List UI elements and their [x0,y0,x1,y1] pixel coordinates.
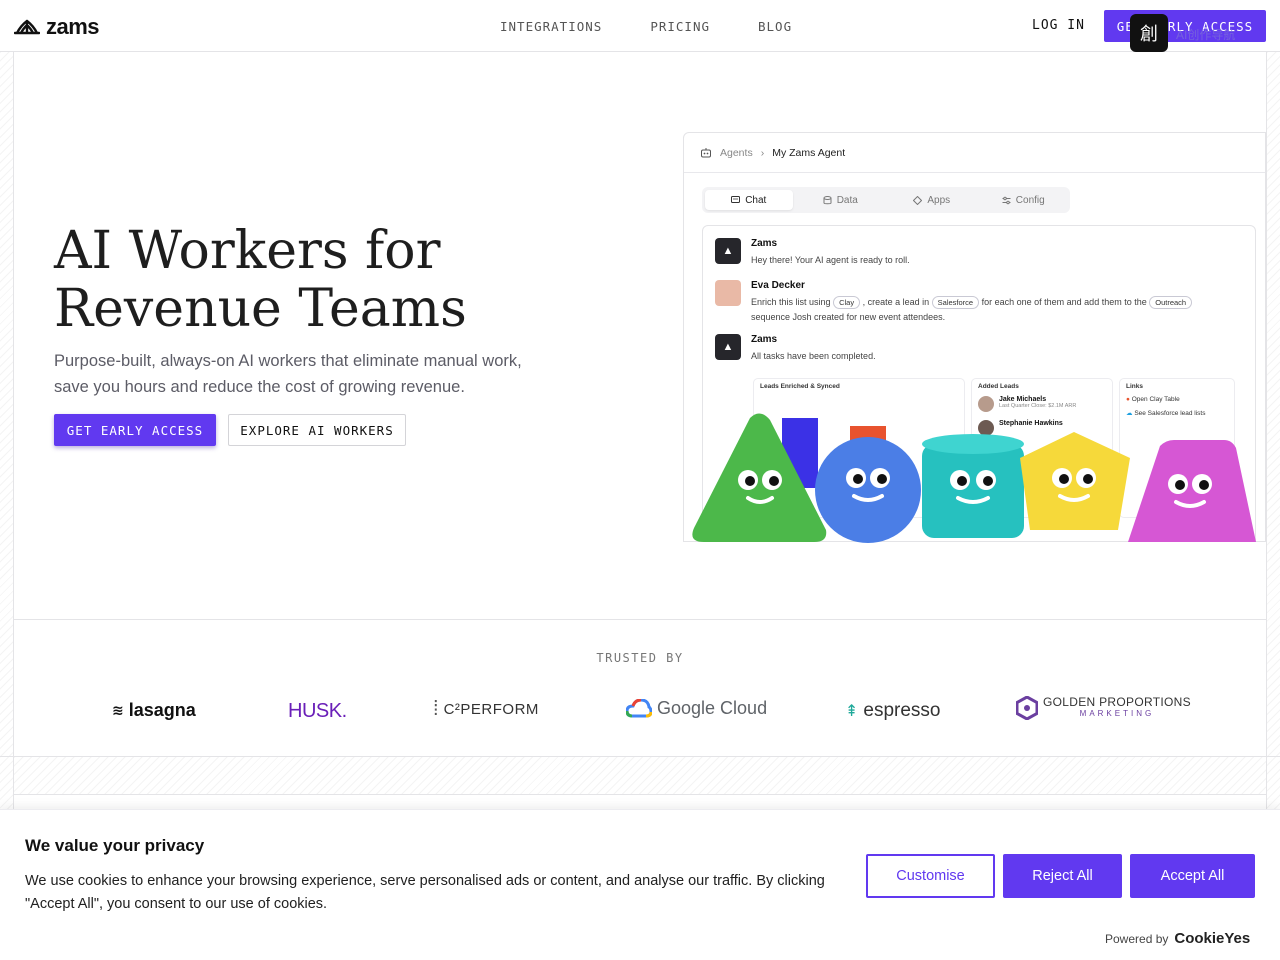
logo-google-cloud: Google Cloud [626,698,767,719]
salesforce-chip[interactable]: Salesforce [931,296,980,309]
sliders-icon [1002,196,1011,204]
card-title: Added Leads [978,383,1019,390]
tab-chat[interactable]: Chat [705,190,793,210]
outreach-chip[interactable]: Outreach [1149,296,1193,309]
message-text: Enrich this list using Clay , create a l… [751,295,1221,325]
powered-by: Powered by CookieYes [1105,930,1250,947]
logo-golden-proportions: GOLDEN PROPORTIONS MARKETING [1016,696,1191,720]
tab-apps[interactable]: Apps [888,190,976,210]
tab-data-label: Data [836,194,858,206]
message-text-part: , create a lead in [862,297,930,307]
clay-chip[interactable]: Clay [833,296,861,309]
overlay-badge-text: AI创作导航 [1176,28,1236,42]
tab-chat-label: Chat [745,194,767,206]
logo-espresso-text: espresso [863,700,941,721]
cookie-banner: We value your privacy We use cookies to … [0,809,1280,960]
logo-text: zams [46,14,100,39]
cookie-accept-all-button[interactable]: Accept All [1130,854,1255,898]
hero-get-early-access-button[interactable]: GET EARLY ACCESS [54,414,216,446]
card-title: Leads Enriched & Synced [760,383,840,390]
cookieyes-brand[interactable]: CookieYes [1174,930,1250,947]
tab-apps-label: Apps [927,194,951,206]
breadcrumb-chevron-icon: › [760,146,765,159]
hexagon-logo-icon [1016,696,1038,720]
robot-icon [701,147,711,157]
zams-avatar-icon: ▲ [715,238,741,264]
logo-lasagna: ≋ lasagna [112,700,196,721]
hero-subtitle: Purpose-built, always-on AI workers that… [54,352,522,396]
nav-link-blog[interactable]: BLOG [758,19,792,34]
message-text-part: sequence Josh created for new event atte… [751,312,946,322]
cookie-reject-all-button[interactable]: Reject All [1003,854,1122,898]
overlay-badge-icon[interactable]: 創 [1130,14,1168,52]
cookie-customise-button[interactable]: Customise [866,854,995,898]
card-title: Links [1126,383,1143,390]
logo[interactable]: zams [14,14,100,40]
nav-link-pricing[interactable]: PRICING [650,19,710,34]
logo-lasagna-text: lasagna [128,700,196,720]
zams-avatar-icon: ▲ [715,334,741,360]
cookie-text: We use cookies to enhance your browsing … [25,873,825,912]
trusted-by-label: TRUSTED BY [596,651,684,665]
message-author: Eva Decker [751,280,805,291]
database-icon [823,195,832,204]
logo-google-cloud-text: Google Cloud [657,698,768,718]
tab-data[interactable]: Data [797,190,885,210]
mascot-illustration [692,413,1256,543]
message-text: All tasks have been completed. [751,351,876,361]
logo-husk: HUSK. [288,700,347,723]
section-divider [14,619,1266,620]
tab-config[interactable]: Config [980,190,1068,210]
green-triangle-mascot [692,413,827,542]
zams-logo-icon [14,19,40,35]
hatched-band [14,757,1266,795]
chat-message: Eva Decker Enrich this list using Clay ,… [715,280,1221,325]
message-text-part: for each one of them and add them to the [981,297,1147,307]
breadcrumb-current: My Zams Agent [772,146,846,159]
message-author: Zams [751,334,778,345]
logo-c2perform: ⁞ C²PERFORM [433,698,539,721]
powered-by-label: Powered by [1105,931,1169,946]
nav-link-integrations[interactable]: INTEGRATIONS [500,19,602,34]
teal-cylinder-mascot [922,434,1024,538]
chat-icon [731,195,741,203]
logo-marketing-text: MARKETING [1079,709,1155,718]
golden-proportions-wordmark: GOLDEN PROPORTIONS MARKETING [1043,695,1191,719]
logo-golden-proportions-text: GOLDEN PROPORTIONS [1043,695,1191,709]
c2perform-dots-icon: ⁞ [433,698,439,720]
pink-trapezoid-mascot [1128,440,1256,542]
eva-decker-avatar [715,280,741,306]
hero-title-line-2: Revenue Teams [54,279,467,339]
espresso-tree-icon: ⇞ [845,703,859,720]
preview-tabs: Chat Data Apps Config [702,187,1070,213]
customer-logos: ≋ lasagna HUSK. ⁞ C²PERFORM Google Cloud… [0,690,1280,730]
apps-icon [913,195,923,205]
lasagna-wave-icon: ≋ [112,702,124,718]
message-author: Zams [751,238,778,249]
preview-breadcrumb: Agents › My Zams Agent [684,133,1265,173]
message-text-part: Enrich this list using [751,297,831,307]
tab-config-label: Config [1015,194,1045,206]
chat-message: ▲ Zams Hey there! Your AI agent is ready… [715,238,910,268]
explore-ai-workers-button[interactable]: EXPLORE AI WORKERS [228,414,406,446]
login-link[interactable]: LOG IN [1032,18,1085,33]
blue-sphere-mascot [815,437,921,543]
logo-husk-text: HUSK. [288,700,347,722]
logo-c2perform-text: C²PERFORM [443,701,539,718]
message-text: Hey there! Your AI agent is ready to rol… [751,255,910,265]
cookie-title: We value your privacy [25,836,205,855]
top-navbar: zams INTEGRATIONS PRICING BLOG LOG IN GE… [0,0,1280,52]
hero-title: AI Workers for Revenue Teams [54,222,467,338]
chat-message: ▲ Zams All tasks have been completed. [715,334,876,364]
google-cloud-icon [626,698,652,717]
hero-title-line-1: AI Workers for [54,221,441,281]
breadcrumb-agents[interactable]: Agents [720,147,753,159]
logo-espresso: ⇞ espresso [845,700,941,722]
yellow-pentagon-mascot [1020,432,1130,530]
